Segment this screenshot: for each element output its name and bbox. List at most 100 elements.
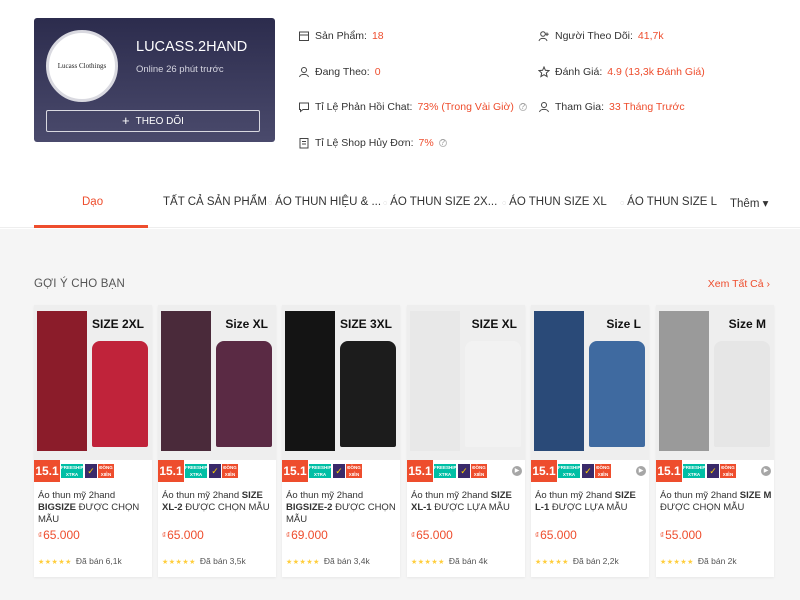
shirt-photo-left [659,311,709,451]
product-image[interactable]: Size L 15.1 FREESHIP XTRA ✓ ĐỒNG XIÊN ▶ [531,305,649,482]
promo-strip: 15.1 FREESHIP XTRA ✓ ĐỒNG XIÊN [407,460,525,482]
title-bold: BIGSIZE [38,502,77,513]
product-price: ₫55.000 [660,528,702,542]
promo-strip: 15.1 FREESHIP XTRA ✓ ĐỒNG XIÊN [656,460,774,482]
size-label: Size M [728,317,766,331]
promo-badge: 15.1 [158,460,184,482]
user-icon [538,101,550,113]
product-card[interactable]: SIZE 3XL 15.1 FREESHIP XTRA ✓ ĐỒNG XIÊN … [282,305,400,577]
shirt-photo-left [285,311,335,451]
tab-ao-thun-hieu[interactable]: ◌ ÁO THUN HIỆU & ... [268,196,381,208]
product-price: ₫65.000 [38,528,80,542]
stat-label: Người Theo Dõi: [555,30,633,42]
help-icon[interactable]: ? [438,139,447,147]
product-image[interactable]: Size M 15.1 FREESHIP XTRA ✓ ĐỒNG XIÊN ▶ [656,305,774,482]
shirt-photo-right [216,341,272,447]
size-label: Size XL [225,317,268,331]
stat-label: Đánh Giá: [555,66,603,78]
shirt-photo-right [589,341,645,447]
rating-stars-icon: ★★★★★ [286,559,320,566]
tab-size-xl[interactable]: ◌ ÁO THUN SIZE XL [502,196,607,208]
shop-name: LUCASS.2HAND [136,39,248,55]
stat-cancel-rate: Tỉ Lệ Shop Hủy Đơn: 7% ? [298,137,447,149]
title-text: ĐƯỢC CHỌN MẪU [660,502,745,513]
stat-rating: Đánh Giá: 4.9 (13,3k Đánh Giá) [537,65,705,78]
shirt-photo-right [465,341,521,447]
product-price: ₫65.000 [162,528,204,542]
stat-value: 4.9 (13,3k Đánh Giá) [607,66,705,78]
product-image[interactable]: Size XL 15.1 FREESHIP XTRA ✓ ĐỒNG XIÊN [158,305,276,482]
avatar-text: Lucass Clothings [57,61,107,70]
promo-strip: 15.1 FREESHIP XTRA ✓ ĐỒNG XIÊN [282,460,400,482]
product-title: Áo thun mỹ 2hand BIGSIZE-2 ĐƯỢC CHỌN MẪU [286,490,398,526]
tab-all-products[interactable]: TẤT CẢ SẢN PHẨM [163,196,267,208]
product-title: Áo thun mỹ 2hand SIZE XL-2 ĐƯỢC CHỌN MẪU [162,490,274,514]
tab-more[interactable]: Thêm ▾ [730,196,768,210]
price-value: 55.000 [665,528,702,542]
tab-dao[interactable]: Dạo [82,196,103,208]
star-icon [537,65,551,78]
dong-xien-badge: ĐỒNG XIÊN [346,464,362,478]
promo-badge: 15.1 [34,460,60,482]
currency-symbol: ₫ [286,531,291,540]
product-card[interactable]: SIZE XL 15.1 FREESHIP XTRA ✓ ĐỒNG XIÊN ▶… [407,305,525,577]
rating-stars-icon: ★★★★★ [660,559,694,566]
freeship-badge: FREESHIP XTRA [309,464,332,478]
product-grid: SIZE 2XL 15.1 FREESHIP XTRA ✓ ĐỒNG XIÊN … [34,305,774,577]
product-card[interactable]: Size L 15.1 FREESHIP XTRA ✓ ĐỒNG XIÊN ▶ … [531,305,649,577]
stat-label: Tỉ Lệ Phản Hồi Chat: [315,101,413,113]
rating-stars-icon: ★★★★★ [38,559,72,566]
rating-stars-icon: ★★★★★ [411,559,445,566]
promo-badge: 15.1 [282,460,308,482]
rating-stars-icon: ★★★★★ [535,559,569,566]
promo-badge: 15.1 [656,460,682,482]
followers-icon [538,30,550,42]
category-icon: ◌ [268,200,273,207]
play-icon[interactable]: ▶ [636,466,646,476]
sold-count: ★★★★★ Đã bán 3,4k [286,556,370,566]
product-image[interactable]: SIZE XL 15.1 FREESHIP XTRA ✓ ĐỒNG XIÊN ▶ [407,305,525,482]
sold-text: Đã bán 3,5k [199,556,246,566]
dong-xien-badge: ĐỒNG XIÊN [471,464,487,478]
stat-value: 7% [418,137,434,149]
currency-symbol: ₫ [411,531,416,540]
tab-size-l[interactable]: ◌ ÁO THUN SIZE L [620,196,717,208]
shirt-photo-left [410,311,460,451]
tab-size-2xl[interactable]: ◌ ÁO THUN SIZE 2X... [383,196,497,208]
check-icon: ✓ [707,464,719,478]
category-icon: ◌ [383,200,388,207]
title-bold: SIZE M [739,490,772,501]
product-image[interactable]: SIZE 3XL 15.1 FREESHIP XTRA ✓ ĐỒNG XIÊN [282,305,400,482]
sold-count: ★★★★★ Đã bán 6,1k [38,556,122,566]
stat-value: 18 [371,30,384,42]
product-image[interactable]: SIZE 2XL 15.1 FREESHIP XTRA ✓ ĐỒNG XIÊN [34,305,152,482]
sold-count: ★★★★★ Đã bán 4k [411,556,488,566]
stat-following: Đang Theo: 0 [298,66,381,78]
product-card[interactable]: Size M 15.1 FREESHIP XTRA ✓ ĐỒNG XIÊN ▶ … [656,305,774,577]
shirt-photo-left [37,311,87,451]
tab-label: ÁO THUN HIỆU & ... [275,196,382,208]
help-icon[interactable]: ? [518,103,527,111]
title-text: Áo thun mỹ 2hand [38,490,116,501]
freeship-badge: FREESHIP XTRA [61,464,84,478]
see-all-link[interactable]: Xem Tất Cả › [708,278,770,290]
title-text: ĐƯỢC LỰA MẪU [549,502,628,513]
shop-header: Lucass Clothings LUCASS.2HAND Online 26 … [0,0,800,228]
product-card[interactable]: SIZE 2XL 15.1 FREESHIP XTRA ✓ ĐỒNG XIÊN … [34,305,152,577]
shop-avatar[interactable]: Lucass Clothings [46,30,118,102]
play-icon[interactable]: ▶ [512,466,522,476]
stat-label: Tỉ Lệ Shop Hủy Đơn: [315,137,414,149]
shirt-photo-right [340,341,396,447]
play-icon[interactable]: ▶ [761,466,771,476]
title-text: Áo thun mỹ 2hand [286,490,364,501]
sold-text: Đã bán 2,2k [572,556,619,566]
price-value: 69.000 [291,528,328,542]
sold-count: ★★★★★ Đã bán 2,2k [535,556,619,566]
promo-badge: 15.1 [531,460,557,482]
shirt-photo-right [714,341,770,447]
follow-button[interactable]: + THEO DÕI [46,110,260,132]
category-icon: ◌ [620,200,625,207]
chat-icon [298,101,310,113]
product-card[interactable]: Size XL 15.1 FREESHIP XTRA ✓ ĐỒNG XIÊN Á… [158,305,276,577]
freeship-badge: FREESHIP XTRA [558,464,581,478]
